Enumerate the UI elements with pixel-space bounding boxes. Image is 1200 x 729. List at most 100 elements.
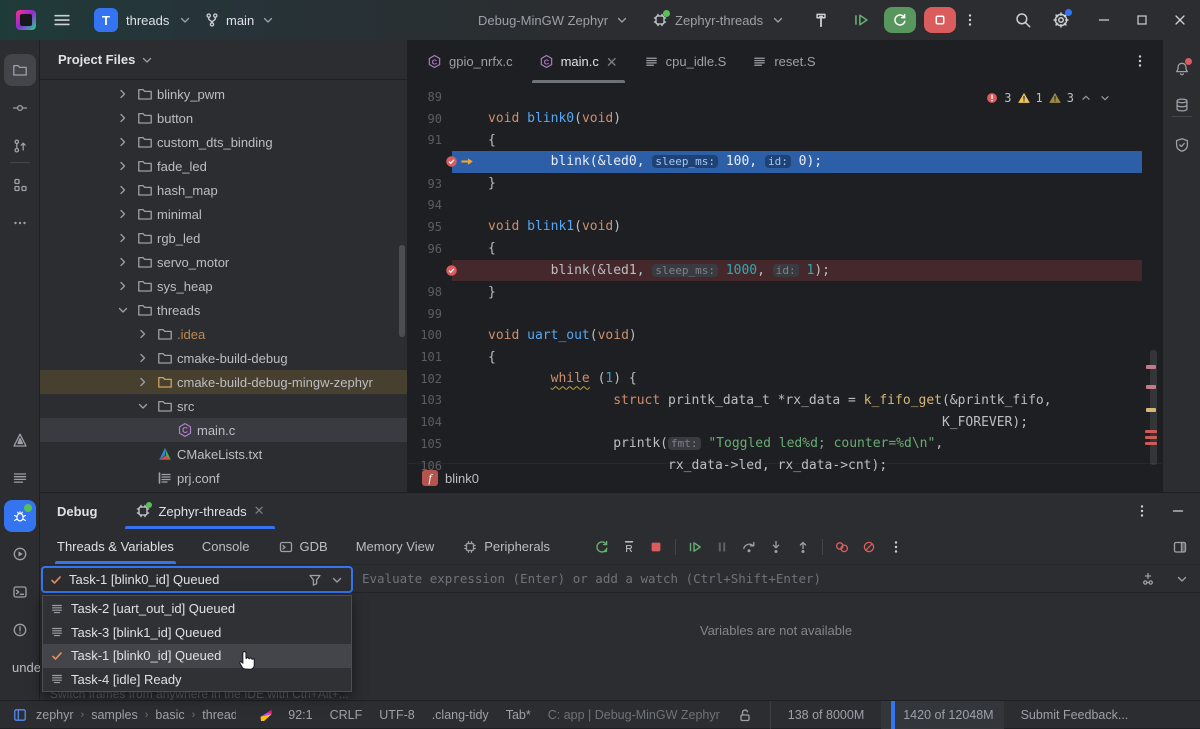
- window-minimize-button[interactable]: [1096, 0, 1112, 40]
- thread-option-task-2-uart-out-id-queued[interactable]: Task-2 [uart_out_id] Queued: [43, 597, 351, 621]
- gutter[interactable]: [442, 303, 480, 325]
- sidebar-item-run-tool[interactable]: [4, 538, 36, 570]
- stripe-mark[interactable]: [1145, 442, 1157, 445]
- lock-open-icon[interactable]: [737, 707, 753, 723]
- chevron-right-icon[interactable]: [135, 326, 153, 342]
- code-line-97[interactable]: blink(&led1, sleep_ms: 1000, id: 1);: [408, 260, 1162, 282]
- stripe-mark[interactable]: [1145, 436, 1157, 439]
- window-close-button[interactable]: [1172, 0, 1188, 40]
- tree-item-rgb-led[interactable]: rgb_led: [40, 226, 407, 250]
- stripe-mark[interactable]: [1146, 365, 1156, 369]
- mute-breakpoints-button[interactable]: [861, 539, 877, 555]
- sidebar-item-cmake-tool[interactable]: [4, 424, 36, 456]
- tree-item-cmake-build-debug-mingw-zephyr[interactable]: cmake-build-debug-mingw-zephyr: [40, 370, 407, 394]
- stop-process-button[interactable]: [648, 539, 664, 555]
- chevron-right-icon[interactable]: [115, 278, 133, 294]
- gutter[interactable]: [442, 411, 480, 433]
- project-view-selector[interactable]: Project Files: [40, 40, 407, 80]
- chevron-right-icon[interactable]: [115, 110, 133, 126]
- main-menu-button[interactable]: [52, 0, 72, 40]
- build-button[interactable]: [812, 0, 830, 40]
- tool-window-widget-icon[interactable]: [12, 707, 28, 723]
- stop-button[interactable]: [924, 0, 956, 40]
- pause-program-button[interactable]: [714, 539, 730, 555]
- breakpoint-icon[interactable]: [444, 154, 459, 169]
- chevron-right-icon[interactable]: [135, 350, 153, 366]
- sidebar-item-git-tool[interactable]: undefined: [4, 652, 36, 684]
- settings-button[interactable]: [1052, 0, 1070, 40]
- close-icon[interactable]: ✕: [606, 55, 618, 69]
- indent-widget[interactable]: Tab*: [506, 708, 531, 722]
- crumb-basic[interactable]: basic: [155, 708, 184, 722]
- vcs-widget[interactable]: main: [204, 0, 276, 40]
- code-line-96[interactable]: 96{: [408, 238, 1162, 260]
- heap-indicator[interactable]: 138 of 8000M: [788, 708, 864, 722]
- gutter[interactable]: [442, 86, 480, 108]
- file-encoding[interactable]: UTF-8: [379, 708, 414, 722]
- tree-item-prj-conf[interactable]: prj.conf: [40, 466, 407, 490]
- project-scrollbar[interactable]: [399, 245, 405, 337]
- sidebar-item-notifications[interactable]: [1166, 53, 1198, 85]
- crumb-samples[interactable]: samples: [91, 708, 138, 722]
- sidebar-item-terminal-tool[interactable]: [4, 576, 36, 608]
- step-out-button[interactable]: [795, 539, 811, 555]
- tree-item-cmake-build-debug[interactable]: cmake-build-debug: [40, 346, 407, 370]
- tree-item-threads[interactable]: threads: [40, 298, 407, 322]
- minimize-icon[interactable]: [1170, 503, 1186, 519]
- tree-item-custom-dts-binding[interactable]: custom_dts_binding: [40, 130, 407, 154]
- tree-item-hash-map[interactable]: hash_map: [40, 178, 407, 202]
- sidebar-item-pull-requests-tool[interactable]: [4, 130, 36, 162]
- caret-position[interactable]: 92:1: [288, 708, 312, 722]
- editor-tab-gpio-nrfx-c[interactable]: Cgpio_nrfx.c: [414, 40, 526, 83]
- debug-config-selector[interactable]: Zephyr-threads: [652, 0, 786, 40]
- code-line-99[interactable]: 99: [408, 303, 1162, 325]
- debug-tab-memory-view[interactable]: Memory View: [356, 529, 435, 564]
- submit-feedback-link[interactable]: Submit Feedback...: [1021, 708, 1129, 722]
- evaluate-expression-field[interactable]: Evaluate expression (Enter) or add a wat…: [352, 565, 1200, 593]
- chevron-right-icon[interactable]: [115, 206, 133, 222]
- editor-tab-cpu-idle-s[interactable]: cpu_idle.S: [631, 40, 740, 83]
- clion-logo[interactable]: [16, 0, 36, 40]
- code-line-95[interactable]: 95void blink1(void): [408, 216, 1162, 238]
- stripe-mark[interactable]: [1145, 430, 1157, 433]
- code-editor[interactable]: 313 8990void blink0(void)91{ blink(&led0…: [408, 86, 1162, 495]
- gutter[interactable]: [442, 368, 480, 390]
- editor-tab-main-c[interactable]: Cmain.c✕: [526, 40, 631, 83]
- debug-tab-console[interactable]: Console: [202, 529, 250, 564]
- resume-button[interactable]: [852, 0, 870, 40]
- run-config-selector[interactable]: Debug-MinGW Zephyr: [478, 0, 630, 40]
- editor-tab-reset-s[interactable]: reset.S: [739, 40, 828, 83]
- gutter[interactable]: [442, 390, 480, 412]
- code-line-91[interactable]: 91{: [408, 129, 1162, 151]
- gutter[interactable]: [442, 281, 480, 303]
- tree-item-src[interactable]: src: [40, 394, 407, 418]
- gutter[interactable]: [442, 194, 480, 216]
- thread-option-task-1-blink0-id-queued[interactable]: Task-1 [blink0_id] Queued: [43, 644, 351, 668]
- layout-settings-icon[interactable]: [1172, 539, 1188, 555]
- tree-item-blinky-pwm[interactable]: blinky_pwm: [40, 82, 407, 106]
- gutter[interactable]: [442, 108, 480, 130]
- gutter[interactable]: [442, 216, 480, 238]
- step-into-button[interactable]: [768, 539, 784, 555]
- sidebar-item-project-tool[interactable]: [4, 54, 36, 86]
- stripe-mark[interactable]: [1146, 385, 1156, 389]
- next-problem-icon[interactable]: [1098, 91, 1112, 105]
- breakpoint-icon[interactable]: [444, 263, 459, 278]
- kebab-icon[interactable]: [1134, 503, 1150, 519]
- gutter[interactable]: [442, 260, 480, 282]
- tree-item-servo-motor[interactable]: servo_motor: [40, 250, 407, 274]
- sidebar-item-todo-tool[interactable]: [4, 462, 36, 494]
- code-line-102[interactable]: 102 while (1) {: [408, 368, 1162, 390]
- chevron-right-icon[interactable]: [115, 182, 133, 198]
- debug-tab-peripherals[interactable]: Peripherals: [462, 529, 550, 564]
- tree-item-minimal[interactable]: minimal: [40, 202, 407, 226]
- chevron-down-icon[interactable]: [115, 302, 133, 318]
- chevron-right-icon[interactable]: [115, 254, 133, 270]
- code-line-105[interactable]: 105 printk(fmt: "Toggled led%d; counter=…: [408, 433, 1162, 455]
- thread-option-task-3-blink1-id-queued[interactable]: Task-3 [blink1_id] Queued: [43, 621, 351, 645]
- view-breakpoints-button[interactable]: [834, 539, 850, 555]
- linter-widget[interactable]: .clang-tidy: [432, 708, 489, 722]
- chevron-right-icon[interactable]: [115, 86, 133, 102]
- chevron-right-icon[interactable]: [115, 158, 133, 174]
- crumb-zephyr[interactable]: zephyr: [36, 708, 74, 722]
